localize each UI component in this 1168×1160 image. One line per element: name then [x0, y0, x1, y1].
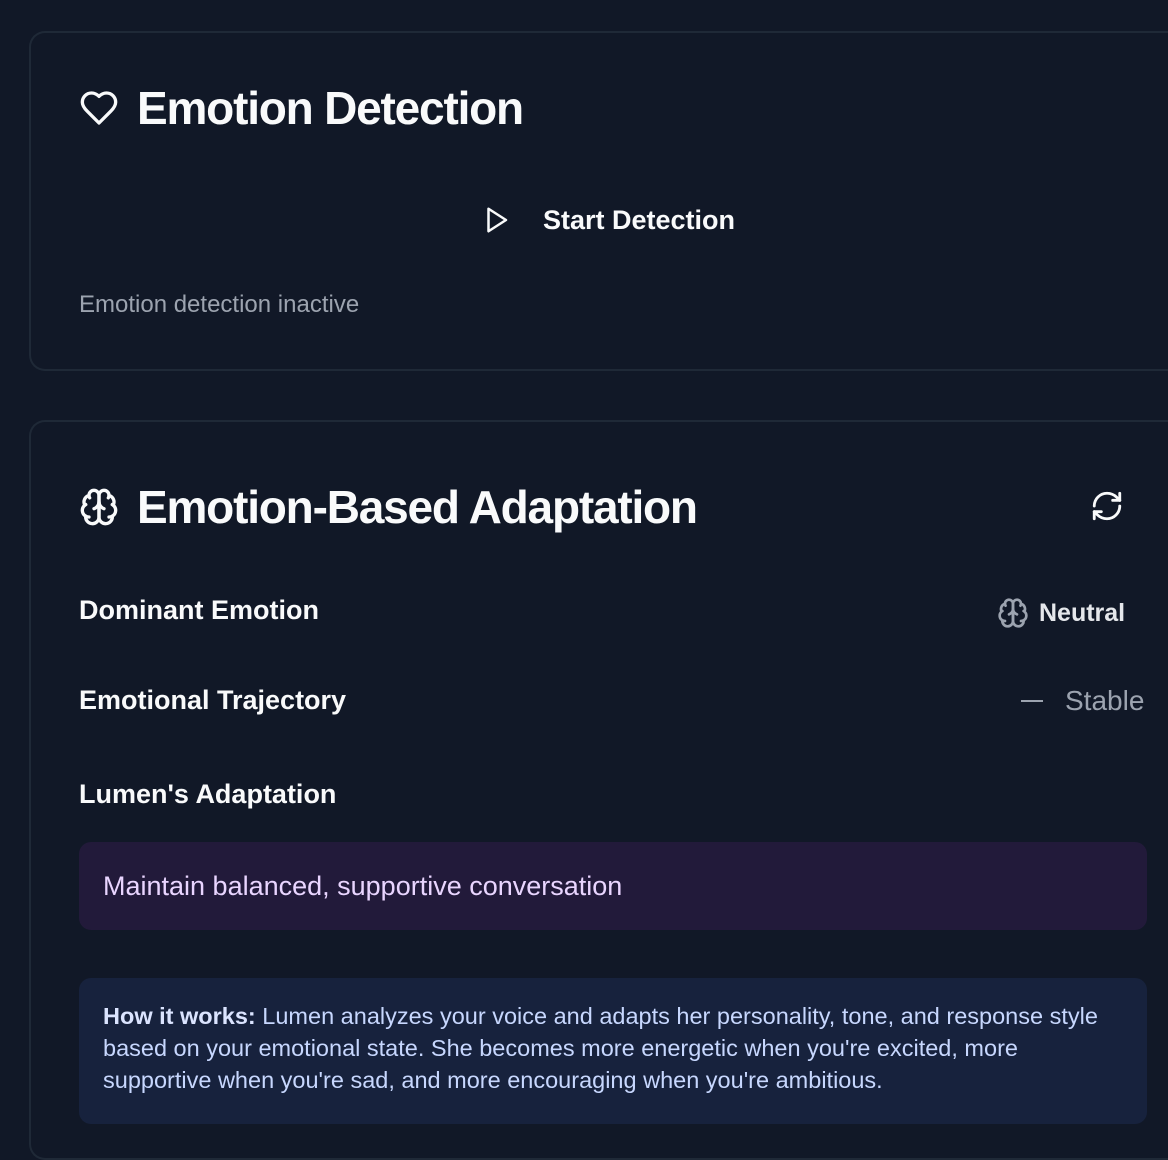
emotional-trajectory-label: Emotional Trajectory [79, 685, 347, 715]
refresh-icon [1092, 491, 1122, 521]
heart-icon [80, 91, 118, 125]
emotion-detection-header: Emotion Detection [79, 81, 524, 135]
emotion-adaptation-header: Emotion-Based Adaptation [79, 480, 698, 534]
start-detection-button[interactable]: Start Detection [481, 198, 735, 242]
minus-icon [1021, 700, 1043, 702]
lumen-adaptation-text: Maintain balanced, supportive conversati… [103, 870, 623, 901]
detection-status-text: Emotion detection inactive [79, 291, 360, 318]
lumen-adaptation-box: Maintain balanced, supportive conversati… [79, 842, 1147, 930]
emotion-detection-card: Emotion Detection Start Detection Emotio… [29, 31, 1168, 371]
brain-icon [998, 598, 1028, 628]
emotional-trajectory-value: Stable [1021, 685, 1144, 717]
how-it-works-box: How it works: Lumen analyzes your voice … [79, 978, 1147, 1124]
emotion-detection-title: Emotion Detection [137, 82, 524, 134]
play-icon [487, 207, 508, 233]
lumen-adaptation-label: Lumen's Adaptation [79, 779, 337, 809]
emotion-adaptation-card: Emotion-Based Adaptation Dominant Emotio… [29, 420, 1168, 1160]
dominant-emotion-text: Neutral [1039, 598, 1126, 627]
trajectory-text: Stable [1065, 685, 1145, 716]
start-detection-label: Start Detection [543, 204, 736, 235]
emotion-adaptation-title: Emotion-Based Adaptation [137, 481, 698, 533]
dominant-emotion-label: Dominant Emotion [79, 595, 319, 625]
refresh-button[interactable] [1089, 488, 1125, 524]
dominant-emotion-value: Neutral [997, 597, 1125, 629]
how-it-works-heading: How it works: [103, 1003, 256, 1029]
brain-icon [80, 488, 118, 526]
